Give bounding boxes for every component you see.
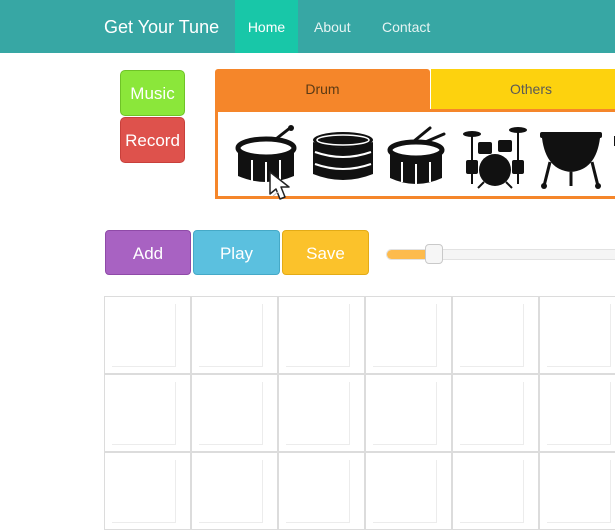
navbar: Get Your Tune Home About Contact xyxy=(0,0,615,53)
save-button[interactable]: Save xyxy=(282,230,369,275)
grid-cell-slot xyxy=(199,304,263,367)
grid-cell-slot xyxy=(112,460,176,523)
grid-cell[interactable] xyxy=(539,374,615,452)
grid-cell[interactable] xyxy=(452,452,539,530)
grid-cell-slot xyxy=(199,460,263,523)
grid-cell-slot xyxy=(460,460,524,523)
tab-others[interactable]: Others xyxy=(431,69,615,109)
snare-drum-icon[interactable] xyxy=(310,124,376,190)
grid-cell[interactable] xyxy=(365,374,452,452)
grid-cell[interactable] xyxy=(104,452,191,530)
sequence-grid xyxy=(104,296,615,531)
slider-handle[interactable] xyxy=(425,244,443,264)
nav-contact[interactable]: Contact xyxy=(382,0,430,53)
timpani-icon[interactable] xyxy=(538,124,604,190)
grid-cell[interactable] xyxy=(278,296,365,374)
nav-home[interactable]: Home xyxy=(235,0,298,53)
grid-cell-slot xyxy=(373,304,437,367)
record-button[interactable]: Record xyxy=(120,117,185,163)
grid-cell-slot xyxy=(286,382,350,445)
grid-cell-slot xyxy=(373,460,437,523)
grid-cell-slot xyxy=(460,304,524,367)
tempo-slider[interactable] xyxy=(386,249,615,260)
grid-cell-slot xyxy=(286,304,350,367)
grid-cell[interactable] xyxy=(539,452,615,530)
play-button[interactable]: Play xyxy=(193,230,280,275)
grid-cell[interactable] xyxy=(104,374,191,452)
grid-cell-slot xyxy=(547,304,611,367)
brand-title[interactable]: Get Your Tune xyxy=(104,0,219,53)
grid-cell[interactable] xyxy=(452,296,539,374)
grid-cell[interactable] xyxy=(191,296,278,374)
grid-cell[interactable] xyxy=(191,452,278,530)
grid-cell[interactable] xyxy=(278,452,365,530)
grid-cell-slot xyxy=(112,382,176,445)
tab-drum[interactable]: Drum xyxy=(215,69,430,109)
grid-cell[interactable] xyxy=(278,374,365,452)
grid-cell-slot xyxy=(112,304,176,367)
nav-about[interactable]: About xyxy=(314,0,351,53)
grid-cell-slot xyxy=(460,382,524,445)
grid-cell-slot xyxy=(547,382,611,445)
add-button[interactable]: Add xyxy=(105,230,191,275)
grid-cell[interactable] xyxy=(191,374,278,452)
grid-cell-slot xyxy=(373,382,437,445)
grid-cell[interactable] xyxy=(365,296,452,374)
mouse-cursor-icon xyxy=(268,170,302,204)
drum-kit-icon[interactable] xyxy=(462,124,528,190)
grid-cell-slot xyxy=(286,460,350,523)
grid-cell[interactable] xyxy=(539,296,615,374)
grid-cell[interactable] xyxy=(365,452,452,530)
marching-drum-icon[interactable] xyxy=(386,124,452,190)
music-button[interactable]: Music xyxy=(120,70,185,116)
grid-cell[interactable] xyxy=(104,296,191,374)
grid-cell[interactable] xyxy=(452,374,539,452)
grid-cell-slot xyxy=(547,460,611,523)
grid-cell-slot xyxy=(199,382,263,445)
